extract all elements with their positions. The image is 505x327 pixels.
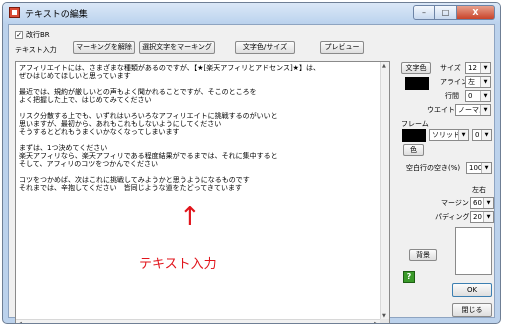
text-line: それまでは、辛抱してください 皆同じような道をたどってきています [19, 184, 243, 192]
preview-button[interactable]: プレビュー [320, 41, 364, 54]
margin-value: 60 [473, 199, 482, 207]
app-icon [9, 7, 20, 18]
arrow-up-icon: ↑ [179, 202, 201, 232]
frame-style-select[interactable]: ソリッド ▼ [429, 129, 469, 141]
window-title: テキストの編集 [25, 10, 88, 20]
text-line: まずは、1つ決めてください [19, 144, 108, 152]
line-spacing-value: 0 [468, 92, 473, 100]
line-spacing-select[interactable]: 0 ▼ [465, 90, 491, 102]
align-label: アライン [440, 78, 468, 86]
annotation-label: テキスト入力 [139, 257, 217, 272]
align-select[interactable]: 左 ▼ [465, 76, 491, 88]
text-line: ぜひはじめてほしいと思っています [19, 72, 131, 80]
ok-button[interactable]: OK [452, 283, 492, 297]
edit-text-window: テキストの編集 – □ X ✓ 改行BR テキスト入力 マーキングを解除 選択文… [2, 2, 501, 324]
horizontal-scrollbar[interactable]: ◀ ▶ [16, 319, 380, 323]
text-input-label: テキスト入力 [15, 46, 57, 54]
frame-color-button[interactable]: 色 [403, 144, 424, 156]
padding-value: 20 [473, 213, 482, 221]
text-line: 楽天アフィリなら、楽天アフィリである程度結果がでるまでは、それに集中すると [19, 152, 278, 160]
text-line: アフィリエイトには、さまざまな種類があるのですが、【★[楽天アフィリとアドセンス… [19, 64, 320, 72]
maximize-button[interactable]: □ [435, 5, 457, 20]
text-color-size-button[interactable]: 文字色/サイズ [235, 41, 295, 54]
close-button[interactable]: 閉じる [452, 303, 492, 317]
frame-width-select[interactable]: 0 ▼ [472, 129, 492, 141]
weight-label: ウエイト [427, 106, 455, 114]
window-controls: – □ X [413, 5, 495, 20]
margin-select[interactable]: 60 ▼ [470, 197, 494, 209]
chevron-down-icon: ▼ [480, 77, 490, 87]
title-bar[interactable]: テキストの編集 – □ X [3, 3, 500, 23]
scrollbar-corner [380, 319, 389, 323]
close-window-button[interactable]: X [457, 5, 495, 20]
chevron-down-icon: ▼ [483, 198, 493, 208]
help-icon[interactable]: ? [403, 271, 415, 283]
line-spacing-label: 行間 [445, 92, 459, 100]
text-line: よく把握した上で、はじめてみてください [19, 96, 152, 104]
line-break-label: 改行BR [26, 31, 50, 39]
mark-selection-button[interactable]: 選択文字をマーキング [139, 41, 215, 54]
scroll-up-icon[interactable]: ▲ [382, 63, 386, 69]
align-value: 左 [468, 78, 475, 86]
left-right-label: 左右 [472, 186, 486, 194]
padding-select[interactable]: 20 ▼ [470, 211, 494, 223]
clear-marking-button[interactable]: マーキングを解除 [73, 41, 135, 54]
background-button[interactable]: 背景 [409, 249, 437, 261]
text-line: そうするとどれもうまくいかなくなってしまいます [19, 128, 180, 136]
padding-label: パディング [435, 213, 470, 221]
empty-line-spacing-label: 空白行の空き(%) [406, 164, 461, 172]
frame-width-value: 0 [475, 131, 480, 139]
text-line: リスク分散する上でも、いずれはいろいろなアフィリエイトに挑戦するのがいいと [19, 112, 278, 120]
text-color-button[interactable]: 文字色 [401, 62, 431, 74]
chevron-down-icon: ▼ [458, 130, 468, 140]
margin-label: マージン [441, 199, 469, 207]
text-color-swatch[interactable] [405, 77, 429, 90]
frame-color-swatch[interactable] [402, 129, 426, 142]
scroll-right-icon[interactable]: ▶ [374, 321, 378, 323]
dialog-client: ✓ 改行BR テキスト入力 マーキングを解除 選択文字をマーキング 文字色/サイ… [8, 24, 495, 323]
chevron-down-icon: ▼ [480, 63, 490, 73]
frame-style-value: ソリッド [432, 131, 460, 139]
background-preview [455, 227, 492, 275]
chevron-down-icon: ▼ [481, 130, 491, 140]
text-line: コツをつかめば、次はこれに挑戦してみようかと思うようになるものです [19, 176, 250, 184]
chevron-down-icon: ▼ [481, 163, 491, 173]
frame-label: フレーム [401, 120, 429, 128]
minimize-button[interactable]: – [413, 5, 435, 20]
weight-select[interactable]: ノーマル ▼ [455, 104, 491, 116]
chevron-down-icon: ▼ [480, 105, 490, 115]
chevron-down-icon: ▼ [483, 212, 493, 222]
scroll-left-icon[interactable]: ◀ [18, 321, 22, 323]
chevron-down-icon: ▼ [480, 91, 490, 101]
text-input-area[interactable]: アフィリエイトには、さまざまな種類があるのですが、【★[楽天アフィリとアドセンス… [15, 61, 390, 323]
text-line: 思いますが、最初から、あれもこれもしないようにしてください [19, 120, 222, 128]
size-value: 12 [468, 64, 477, 72]
empty-line-spacing-select[interactable]: 100 ▼ [466, 162, 492, 174]
text-line: 最近では、規約が厳しいとの声もよく聞かれることですが、そこのところを [19, 88, 257, 96]
text-line: そして、アフィリのコツをつかんでください [19, 160, 158, 168]
size-select[interactable]: 12 ▼ [465, 62, 491, 74]
line-break-checkbox[interactable]: ✓ [15, 31, 23, 39]
vertical-scrollbar[interactable]: ▲ ▼ [380, 62, 389, 320]
size-label: サイズ [440, 64, 461, 72]
